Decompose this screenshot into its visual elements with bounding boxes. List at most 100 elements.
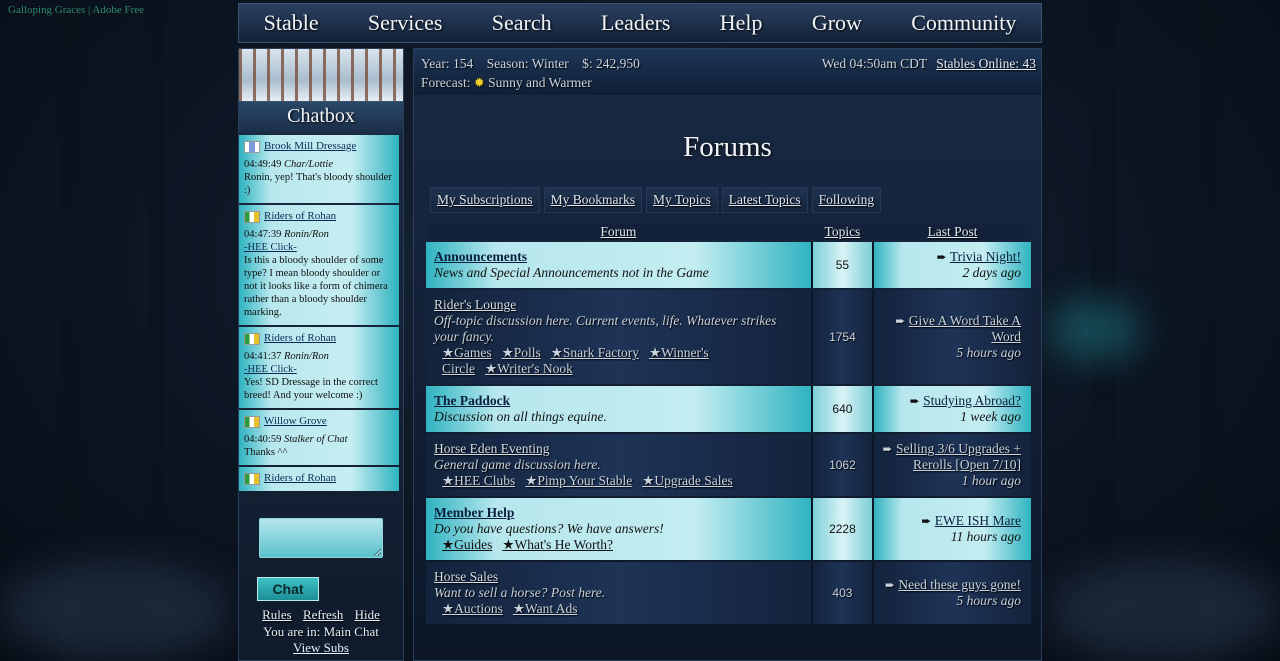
last-post-time: 5 hours ago [956, 593, 1021, 608]
winter-trees-banner [239, 49, 403, 102]
forum-name-link[interactable]: Horse Sales [434, 569, 803, 585]
chat-room-label: You are in: Main Chat [263, 624, 379, 639]
last-post-link[interactable]: Studying Abroad? [923, 393, 1021, 408]
forum-description: General game discussion here. [434, 457, 601, 472]
last-post-link[interactable]: Selling 3/6 Upgrades + Rerolls [Open 7/1… [896, 441, 1021, 472]
chat-click-link[interactable]: -HEE Click- [244, 241, 394, 254]
chat-links: Rules Refresh Hide [239, 607, 403, 623]
chat-message: Riders of Rohan 04:41:37 Ronin/Ron -HEE Cl… [239, 327, 399, 408]
chat-time: 04:40:59 [244, 434, 282, 445]
header-last-post[interactable]: Last Post [874, 223, 1031, 240]
nav-help[interactable]: Help [720, 10, 763, 36]
last-post-link[interactable]: Need these guys gone! [898, 577, 1021, 592]
stable-flag-icon [244, 415, 260, 428]
chat-text: Ronin, yep! That's bloody shoulder :) [244, 172, 392, 196]
nav-search[interactable]: Search [492, 10, 552, 36]
brand-link[interactable]: Galloping Graces [8, 4, 85, 16]
last-post-link[interactable]: Trivia Night! [950, 249, 1021, 264]
subforum-link[interactable]: ★Auctions [442, 601, 503, 616]
forum-name-link[interactable]: Member Help [434, 505, 803, 521]
star-icon: ★ [642, 473, 655, 488]
page-title: Forums [683, 131, 772, 163]
subforum-link[interactable]: ★Games [442, 345, 492, 360]
header-topics[interactable]: Topics [810, 223, 875, 240]
site-credit: Galloping Graces | Adobe Free [8, 4, 145, 16]
header-forum[interactable]: Forum [426, 223, 811, 240]
subforum-link[interactable]: ★Snark Factory [551, 345, 639, 360]
chatbox-title: Chatbox [239, 102, 403, 133]
chat-button[interactable]: Chat [257, 577, 319, 601]
forum-name-link[interactable]: Horse Eden Eventing [434, 441, 803, 457]
chat-stable-link[interactable]: Riders of Rohan [264, 210, 336, 222]
tab-my-subscriptions[interactable]: My Subscriptions [430, 187, 540, 213]
topics-count: 1062 [810, 434, 875, 496]
chat-message: Riders of Rohan 04:47:39 Ronin/Ron -HEE Cl… [239, 205, 399, 325]
forum-name-link[interactable]: Rider's Lounge [434, 297, 803, 313]
last-post-link[interactable]: EWE ISH Mare [935, 513, 1021, 528]
tab-my-bookmarks[interactable]: My Bookmarks [543, 187, 643, 213]
last-post-link[interactable]: Give A Word Take A Word [909, 313, 1021, 344]
subforum-list: ★Auctions ★Want Ads [442, 601, 803, 617]
forum-row: Announcements News and Special Announceme… [426, 242, 1031, 288]
chat-input[interactable] [259, 518, 383, 558]
topics-count: 1754 [810, 290, 875, 384]
chat-message: Willow Grove 04:40:59 Stalker of Chat Than… [239, 410, 399, 465]
star-icon: ★ [442, 537, 455, 552]
subforum-link[interactable]: ★Upgrade Sales [642, 473, 732, 488]
subforum-link[interactable]: ★HEE Clubs [442, 473, 515, 488]
chat-sidebar: Chatbox Brook Mill Dressage 04:49:49 Char… [238, 48, 404, 661]
forum-name-link[interactable]: The Paddock [434, 393, 803, 409]
chat-click-link[interactable]: -HEE Click- [244, 363, 394, 376]
chat-stable-link[interactable]: Riders of Rohan [264, 472, 336, 484]
forum-description: News and Special Announcements not in th… [434, 265, 709, 280]
forum-row: Rider's Lounge Off-topic discussion here.… [426, 290, 1031, 384]
rules-link[interactable]: Rules [262, 607, 292, 622]
last-post-time: 5 hours ago [956, 345, 1021, 360]
arrow-right-icon: ➨ [882, 442, 893, 456]
view-subs-link[interactable]: View Subs [239, 640, 403, 656]
stables-online-link[interactable]: Stables Online: 43 [936, 56, 1036, 71]
chat-stable-link[interactable]: Willow Grove [264, 415, 327, 427]
subforum-list: ★Games ★Polls ★Snark Factory ★Winner's Circ… [442, 345, 803, 377]
chat-text: Is this a bloody shoulder of some type? … [244, 255, 388, 318]
star-icon: ★ [501, 345, 514, 360]
chat-message: Riders of Rohan [239, 467, 399, 491]
arrow-right-icon: ➨ [921, 514, 932, 528]
subforum-link[interactable]: ★Guides [442, 537, 492, 552]
subforum-link[interactable]: ★What's He Worth? [502, 537, 613, 552]
tab-following[interactable]: Following [811, 187, 882, 213]
nav-services[interactable]: Services [368, 10, 443, 36]
chat-text: Yes! SD Dressage in the correct breed! A… [244, 377, 378, 401]
forum-row: Horse Sales Want to sell a horse? Post he… [426, 562, 1031, 624]
nav-grow[interactable]: Grow [812, 10, 862, 36]
subforum-link[interactable]: ★Pimp Your Stable [525, 473, 632, 488]
nav-community[interactable]: Community [911, 10, 1016, 36]
forum-row: Horse Eden Eventing General game discussi… [426, 434, 1031, 496]
arrow-right-icon: ➨ [884, 578, 896, 592]
subforum-link[interactable]: ★Polls [502, 345, 541, 360]
nav-leaders[interactable]: Leaders [601, 10, 671, 36]
star-icon: ★ [512, 601, 525, 616]
chat-author: Ronin/Ron [283, 229, 329, 240]
chat-stable-link[interactable]: Brook Mill Dressage [264, 140, 356, 152]
nav-stable[interactable]: Stable [264, 10, 319, 36]
subforum-list: ★HEE Clubs ★Pimp Your Stable ★Upgrade Sale… [442, 473, 803, 489]
subforum-link[interactable]: ★Want Ads [513, 601, 578, 616]
money-value: $: 242,950 [582, 56, 640, 71]
arrow-right-icon: ➨ [936, 250, 947, 264]
main-content: Year: 154 Season: Winter $: 242,950 Wed … [413, 48, 1042, 661]
tab-latest-topics[interactable]: Latest Topics [721, 187, 808, 213]
subforum-link[interactable]: ★Writer's Nook [485, 361, 573, 376]
stable-flag-icon [244, 210, 260, 223]
chat-stable-link[interactable]: Riders of Rohan [264, 332, 336, 344]
hide-link[interactable]: Hide [355, 607, 380, 622]
refresh-link[interactable]: Refresh [303, 607, 343, 622]
forum-name-link[interactable]: Announcements [434, 249, 803, 265]
chat-author: Stalker of Chat [283, 434, 348, 445]
chat-messages[interactable]: Brook Mill Dressage 04:49:49 Char/Lottie R… [239, 135, 399, 491]
tab-my-topics[interactable]: My Topics [646, 187, 718, 213]
datetime: Wed 04:50am CDT [821, 56, 927, 71]
credit-link[interactable]: Adobe Free [92, 4, 144, 16]
forecast-label: Forecast: [421, 75, 471, 90]
forum-description: Do you have questions? We have answers! [434, 521, 664, 536]
